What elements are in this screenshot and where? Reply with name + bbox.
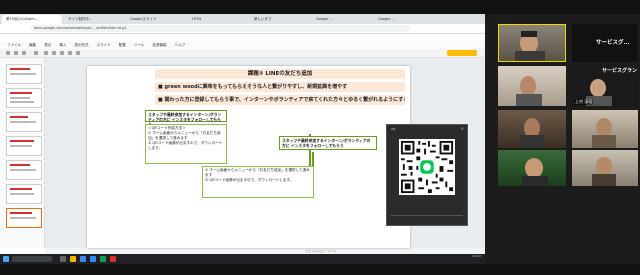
box1-line2: ② QRコード画像が出ますので、ダウンロードします。 — [148, 141, 223, 150]
person-video — [592, 118, 616, 148]
slide-bullet-1: ■ green woodに興味をもってもらえそうな人と繋がりやすし、新規拡興を増… — [155, 82, 405, 92]
menu-arrange[interactable]: 配置 — [119, 43, 126, 47]
redo-icon[interactable] — [14, 51, 18, 55]
toolbar — [0, 49, 485, 58]
menu-view[interactable]: 表示 — [44, 43, 51, 47]
slide-thumbnail-panel — [0, 58, 45, 248]
print-icon[interactable] — [22, 51, 26, 55]
participant-video-tile[interactable] — [572, 150, 638, 186]
browser-tab-strip: 第15回(14)Zoom... サイト制作中... Googleスライド HTM… — [0, 14, 485, 24]
explorer-icon[interactable] — [70, 256, 76, 262]
system-clock: 14:02 — [472, 254, 481, 259]
undo-icon[interactable] — [6, 51, 10, 55]
browser-tab[interactable]: 新しいタブ — [250, 15, 310, 24]
slide-bullet-2: ■ 関わった方に登録してもらう事で、インターンやボランティアで来てくれた方々とゆ… — [155, 95, 405, 105]
qr-code-image — [399, 139, 455, 195]
browser-tab[interactable]: HTML — [188, 15, 248, 24]
browser-tab[interactable]: Google ... — [374, 15, 434, 24]
qr-window-footer — [391, 215, 463, 221]
participant-label: サービスグ... — [596, 40, 630, 46]
person-video — [592, 157, 616, 186]
cursor-icon[interactable] — [44, 51, 48, 55]
person-video — [515, 31, 545, 61]
bottom-bar — [0, 264, 640, 275]
app-icon[interactable] — [100, 256, 106, 262]
chrome-icon[interactable] — [80, 256, 86, 262]
shape-icon[interactable] — [68, 51, 72, 55]
participant-video-tile[interactable] — [498, 150, 566, 186]
zoom-icon[interactable] — [34, 51, 38, 55]
menu-extensions[interactable]: 拡張機能 — [153, 43, 167, 47]
start-icon[interactable] — [3, 256, 9, 262]
line-icon[interactable] — [76, 51, 80, 55]
present-button[interactable] — [447, 50, 477, 56]
flow-header-box: スタッフや最終参加するインターン/ボランティアの方に インスタをフォローしてもら… — [145, 110, 227, 127]
browser-tab[interactable]: 第15回(14)Zoom... — [2, 15, 62, 24]
qr-window-title: QR — [391, 127, 396, 131]
instruction-box-1: ＜QRコード作成方法＞ ① ホーム画面からメニューから「お友だち追加」を選択して… — [145, 124, 227, 164]
box2-line2: ② QRコード画像が出ますので、ダウンロードします。 — [205, 178, 294, 182]
menu-format[interactable]: 表示形式 — [75, 43, 89, 47]
windows-taskbar: 14:02 — [0, 254, 485, 264]
participant-video-tile[interactable] — [572, 110, 638, 148]
slide-thumbnail[interactable] — [6, 88, 42, 108]
person-video — [522, 158, 548, 186]
person-video — [520, 118, 544, 148]
slide-title: 課題③ LINEの友だち追加 — [155, 69, 405, 79]
person-video — [516, 76, 542, 106]
slide-thumbnail-selected[interactable] — [6, 208, 42, 228]
status-text: スライドショー ノート — [305, 249, 336, 253]
slide-thumbnail[interactable] — [6, 184, 42, 204]
taskbar-search[interactable] — [12, 256, 52, 262]
slide: 課題③ LINEの友だち追加 ■ green woodに興味をもってもらえそうな… — [87, 66, 410, 248]
menu-insert[interactable]: 挿入 — [59, 43, 66, 47]
slide-thumbnail[interactable] — [6, 136, 42, 156]
participant-video-tile[interactable] — [498, 110, 566, 148]
bookmarks-bar — [0, 34, 485, 41]
slide-thumbnail[interactable] — [6, 112, 42, 132]
box2-line1: ① ホーム画面からメニューから「お友だち追加」を選択して進みます — [205, 168, 310, 177]
image-icon[interactable] — [60, 51, 64, 55]
browser-tab[interactable]: Google ... — [312, 15, 372, 24]
clock-time: 14:02 — [472, 254, 481, 258]
browser-tab[interactable]: サイト制作中... — [64, 15, 124, 24]
participant-label: サービスグラン — [602, 68, 638, 74]
box1-line1: ① ホーム画面からメニューから「お友だち追加」を選択して進みます — [148, 131, 221, 140]
taskview-icon[interactable] — [60, 256, 66, 262]
url-input[interactable]: docs.google.com/presentation/d/... /edit… — [30, 25, 410, 32]
menu-tools[interactable]: ツール — [134, 43, 145, 47]
close-icon[interactable]: × — [461, 126, 464, 131]
menu-help[interactable]: ヘルプ — [175, 43, 186, 47]
textbox-icon[interactable] — [52, 51, 56, 55]
connector-line — [312, 152, 314, 166]
zoom-app-icon[interactable] — [90, 256, 96, 262]
menu-bar: ファイル 編集 表示 挿入 表示形式 スライド 配置 ツール 拡張機能 ヘルプ — [0, 41, 485, 49]
slide-thumbnail[interactable] — [6, 160, 42, 180]
participant-name: 上村 淳司 — [574, 99, 594, 105]
browser-tab[interactable]: Googleスライド — [126, 15, 186, 24]
menu-slide[interactable]: スライド — [97, 43, 111, 47]
participant-video-tile[interactable]: サービスグ... — [572, 24, 638, 62]
app-icon[interactable] — [110, 256, 116, 262]
qr-popup-window[interactable]: QR × — [386, 124, 468, 226]
right-header-box: スタッフや最終参加するインターン/ボランティアの方に インスタをフォローしてもら… — [279, 136, 377, 150]
participant-video-tile[interactable]: サービスグラン 上村 淳司 — [572, 66, 638, 106]
address-bar: docs.google.com/presentation/d/... /edit… — [0, 24, 485, 34]
menu-edit[interactable]: 編集 — [29, 43, 36, 47]
menu-file[interactable]: ファイル — [7, 43, 21, 47]
instruction-box-2: ① ホーム画面からメニューから「お友だち追加」を選択して進みます ② QRコード… — [202, 166, 314, 198]
right-header-text: スタッフや最終参加するインターン/ボランティアの方に インスタをフォローしてもら… — [282, 138, 371, 148]
slide-thumbnail[interactable] — [6, 64, 42, 84]
participant-video-tile[interactable] — [498, 66, 566, 106]
participant-video-active-speaker[interactable] — [498, 24, 566, 62]
top-bar — [0, 0, 640, 14]
